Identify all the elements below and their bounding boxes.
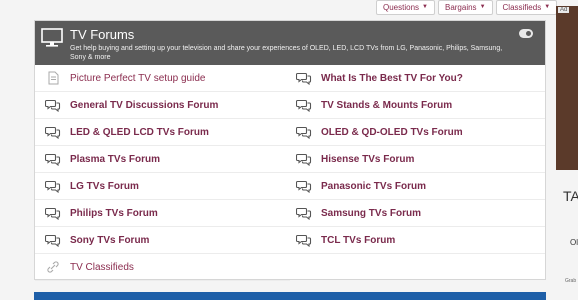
chat-bubbles-icon xyxy=(45,98,61,112)
forum-list: Picture Perfect TV setup guide What Is Th… xyxy=(35,65,545,281)
forum-link-label[interactable]: TCL TVs Forum xyxy=(321,235,395,246)
chat-bubbles-icon xyxy=(45,125,61,139)
chat-bubbles-icon xyxy=(296,179,312,193)
forum-link-item[interactable]: LG TVs Forum xyxy=(35,173,290,200)
forum-link-label[interactable]: Panasonic TVs Forum xyxy=(321,181,426,192)
sidebar-ad-small-text: Grab xyxy=(565,278,577,284)
chat-bubbles-icon xyxy=(296,98,312,112)
chat-bubbles-icon xyxy=(296,233,312,247)
chat-bubbles-icon xyxy=(296,206,312,220)
top-navigation: Questions ▼ Bargains ▼ Classifieds ▼ xyxy=(376,0,558,18)
panel-header: TV Forums Get help buying and setting up… xyxy=(35,21,545,65)
questions-label: Questions xyxy=(383,3,420,12)
sidebar-ad-image[interactable] xyxy=(556,6,578,170)
forum-link-label[interactable]: Plasma TVs Forum xyxy=(70,154,160,165)
forum-link-label[interactable]: OLED & QD-OLED TVs Forum xyxy=(321,127,463,138)
caret-down-icon: ▼ xyxy=(422,4,428,10)
classifieds-label: Classifieds xyxy=(502,3,542,12)
classifieds-menu-button[interactable]: Classifieds ▼ xyxy=(495,0,558,15)
chat-bubbles-icon xyxy=(296,71,312,85)
forum-link-label[interactable]: Sony TVs Forum xyxy=(70,235,149,246)
forum-link-label[interactable]: LG TVs Forum xyxy=(70,181,139,192)
chat-bubbles-icon xyxy=(45,206,61,220)
link-icon xyxy=(45,260,61,274)
forum-link-item[interactable]: Sony TVs Forum xyxy=(35,227,290,254)
tv-forums-panel: TV Forums Get help buying and setting up… xyxy=(34,20,546,281)
forum-link-item[interactable]: Samsung TVs Forum xyxy=(290,200,545,227)
chat-bubbles-icon xyxy=(45,152,61,166)
bargains-menu-button[interactable]: Bargains ▼ xyxy=(437,0,493,15)
sidebar-ad-heading: TA xyxy=(563,188,578,204)
chat-bubbles-icon xyxy=(296,125,312,139)
forum-link-label[interactable]: What Is The Best TV For You? xyxy=(321,73,463,84)
forum-link-item[interactable]: Picture Perfect TV setup guide xyxy=(35,65,290,92)
forum-link-label[interactable]: TV Stands & Mounts Forum xyxy=(321,100,452,111)
chat-bubbles-icon xyxy=(45,233,61,247)
sidebar-ad-text: Ol xyxy=(570,238,578,247)
forum-link-item[interactable]: LED & QLED LCD TVs Forum xyxy=(35,119,290,146)
forum-link-item[interactable]: Plasma TVs Forum xyxy=(35,146,290,173)
forum-link-item[interactable]: General TV Discussions Forum xyxy=(35,92,290,119)
forum-link-item[interactable]: TV Stands & Mounts Forum xyxy=(290,92,545,119)
forum-link-label[interactable]: LED & QLED LCD TVs Forum xyxy=(70,127,209,138)
forum-link-item[interactable]: Hisense TVs Forum xyxy=(290,146,545,173)
forum-link-item[interactable]: Philips TVs Forum xyxy=(35,200,290,227)
forum-link-item[interactable]: What Is The Best TV For You? xyxy=(290,65,545,92)
questions-menu-button[interactable]: Questions ▼ xyxy=(376,0,435,15)
forum-link-label[interactable]: Picture Perfect TV setup guide xyxy=(70,73,205,84)
document-icon xyxy=(45,71,61,85)
next-panel-header xyxy=(34,292,546,300)
forum-link-label[interactable]: Hisense TVs Forum xyxy=(321,154,414,165)
forum-link-label[interactable]: General TV Discussions Forum xyxy=(70,100,218,111)
panel-title[interactable]: TV Forums xyxy=(70,27,134,42)
forum-link-label[interactable]: TV Classifieds xyxy=(70,262,134,273)
collapse-toggle[interactable] xyxy=(519,29,533,38)
forum-link-item[interactable]: TCL TVs Forum xyxy=(290,227,545,254)
chat-bubbles-icon xyxy=(45,179,61,193)
forum-link-label[interactable]: Samsung TVs Forum xyxy=(321,208,421,219)
panel-description: Get help buying and setting up your tele… xyxy=(70,45,503,61)
forum-link-item[interactable]: Panasonic TVs Forum xyxy=(290,173,545,200)
caret-down-icon: ▼ xyxy=(544,4,551,10)
ad-badge: Ad xyxy=(558,7,570,13)
chat-bubbles-icon xyxy=(296,152,312,166)
forum-link-label[interactable]: Philips TVs Forum xyxy=(70,208,158,219)
forum-link-item[interactable]: TV Classifieds xyxy=(35,254,290,281)
forum-link-item[interactable]: OLED & QD-OLED TVs Forum xyxy=(290,119,545,146)
bargains-label: Bargains xyxy=(444,3,477,12)
tv-icon xyxy=(41,28,63,47)
caret-down-icon: ▼ xyxy=(479,4,486,10)
